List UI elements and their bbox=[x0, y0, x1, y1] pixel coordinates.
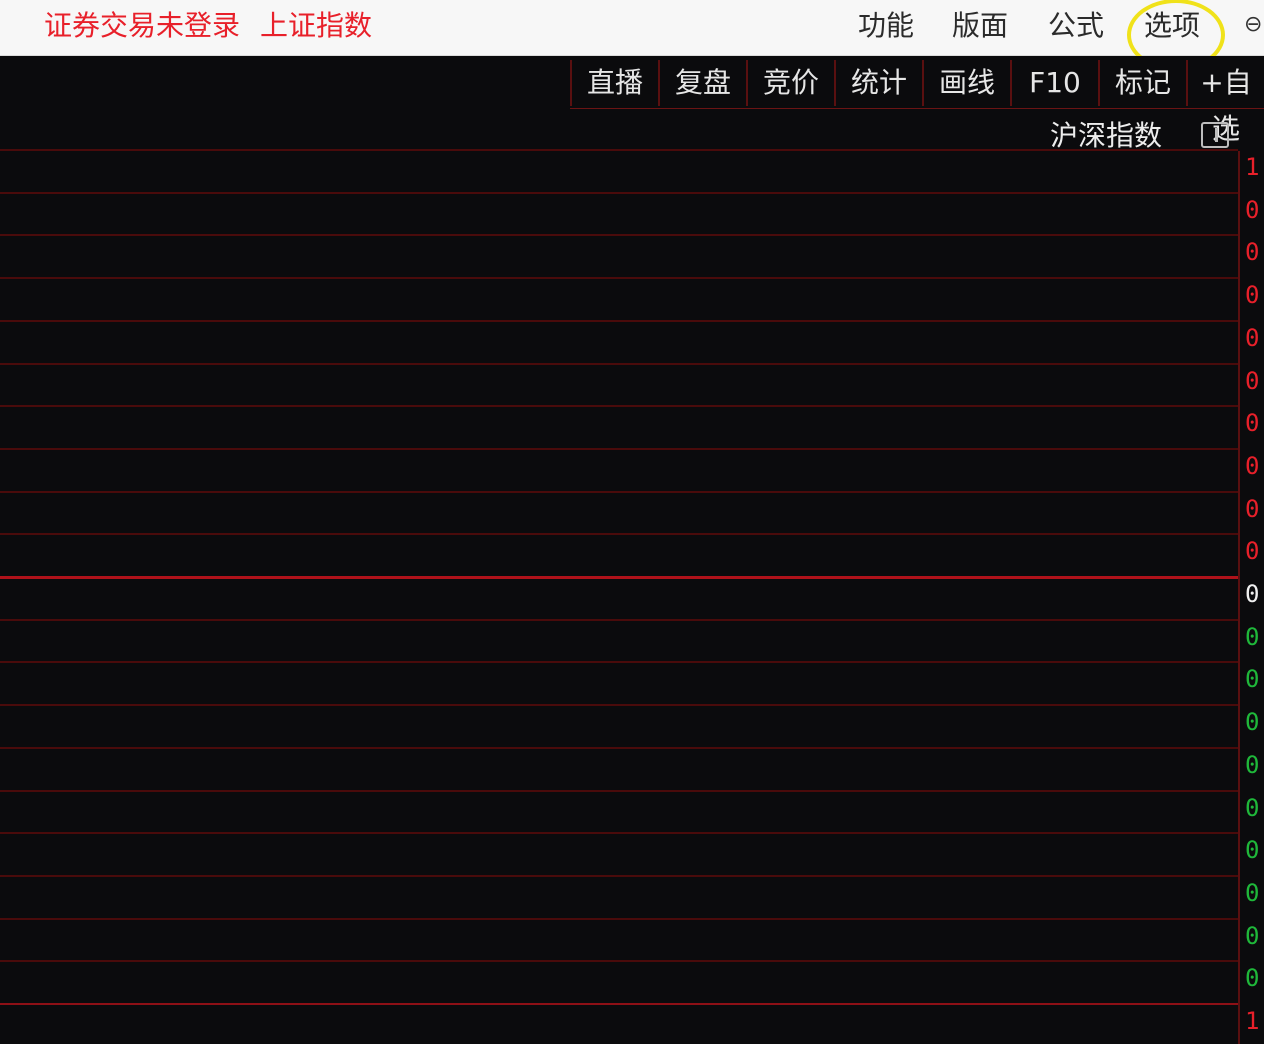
chart-toolbar: 直播 复盘 竞价 统计 画线 F10 标记 +自选 bbox=[570, 56, 1264, 145]
axis-tick-label: 0 bbox=[1245, 836, 1260, 864]
menu-function[interactable]: 功能 bbox=[858, 8, 914, 44]
axis-tick-label: 0 bbox=[1245, 922, 1260, 950]
axis-tick-label: 0 bbox=[1245, 879, 1260, 907]
axis-tick-label: 0 bbox=[1245, 580, 1260, 608]
toolbar-statistics-button[interactable]: 统计 bbox=[834, 60, 922, 106]
axis-tick-label: 0 bbox=[1245, 665, 1260, 693]
toolbar-live-button[interactable]: 直播 bbox=[570, 60, 658, 106]
axis-tick-label: 0 bbox=[1245, 324, 1260, 352]
menu-layout[interactable]: 版面 bbox=[952, 8, 1008, 44]
grid-line bbox=[0, 960, 1238, 962]
toolbar-f10-button[interactable]: F10 bbox=[1010, 60, 1098, 106]
menu-formula[interactable]: 公式 bbox=[1048, 8, 1104, 44]
main-menu: 功能 版面 公式 选项 bbox=[0, 8, 1264, 44]
grid-line bbox=[0, 491, 1238, 493]
menu-options[interactable]: 选项 bbox=[1144, 8, 1200, 44]
grid-line bbox=[0, 661, 1238, 663]
top-menu-bar: 证券交易未登录 上证指数 功能 版面 公式 选项 ⊖ bbox=[0, 0, 1264, 71]
grid-line bbox=[0, 704, 1238, 706]
grid-line bbox=[0, 918, 1238, 920]
axis-tick-label: 0 bbox=[1245, 794, 1260, 822]
axis-tick-label: 1 bbox=[1245, 1007, 1260, 1035]
grid-line bbox=[0, 832, 1238, 834]
toolbar-draw-line-button[interactable]: 画线 bbox=[922, 60, 1010, 106]
chart-area[interactable]: 直播 复盘 竞价 统计 画线 F10 标记 +自选 沪深指数 100000000… bbox=[0, 56, 1264, 1044]
grid-line bbox=[0, 405, 1238, 407]
toolbar-replay-button[interactable]: 复盘 bbox=[658, 60, 746, 106]
axis-tick-label: 0 bbox=[1245, 623, 1260, 651]
grid-line bbox=[0, 747, 1238, 749]
axis-tick-label: 0 bbox=[1245, 409, 1260, 437]
grid-line bbox=[0, 533, 1238, 535]
axis-tick-label: 0 bbox=[1245, 367, 1260, 395]
panel-toggle-icon[interactable] bbox=[1201, 122, 1229, 148]
grid-line bbox=[0, 277, 1238, 279]
axis-tick-label: 0 bbox=[1245, 196, 1260, 224]
grid-line bbox=[0, 448, 1238, 450]
grid-line bbox=[0, 790, 1238, 792]
grid-line bbox=[0, 619, 1238, 621]
grid-line bbox=[0, 363, 1238, 365]
axis-tick-label: 0 bbox=[1245, 708, 1260, 736]
axis-tick-label: 1 bbox=[1245, 153, 1260, 181]
axis-tick-label: 0 bbox=[1245, 281, 1260, 309]
axis-tick-label: 0 bbox=[1245, 751, 1260, 779]
toolbar-add-watchlist-button[interactable]: +自选 bbox=[1186, 60, 1264, 145]
grid-line bbox=[0, 875, 1238, 877]
grid-line bbox=[0, 149, 1238, 151]
axis-tick-label: 0 bbox=[1245, 964, 1260, 992]
toolbar-mark-button[interactable]: 标记 bbox=[1098, 60, 1186, 106]
grid-line bbox=[0, 192, 1238, 194]
grid-line bbox=[0, 1003, 1238, 1005]
grid-line bbox=[0, 234, 1238, 236]
axis-tick-label: 0 bbox=[1245, 495, 1260, 523]
axis-tick-label: 0 bbox=[1245, 452, 1260, 480]
grid-line bbox=[0, 320, 1238, 322]
axis-tick-label: 0 bbox=[1245, 238, 1260, 266]
window-control-icon[interactable]: ⊖ bbox=[1244, 14, 1264, 36]
toolbar-auction-button[interactable]: 竞价 bbox=[746, 60, 834, 106]
grid-line bbox=[0, 576, 1238, 579]
axis-tick-label: 0 bbox=[1245, 537, 1260, 565]
